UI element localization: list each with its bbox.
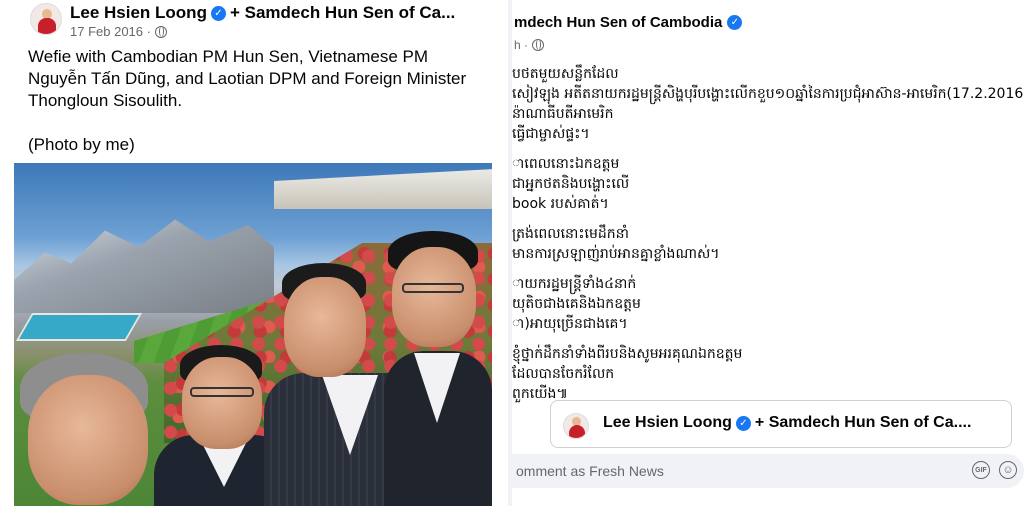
post-body-line: ាពេលនោះឯកឧត្តម: [512, 156, 620, 172]
right-post: mdech Hun Sen of Cambodia ✓ h · បថតមួយសន…: [512, 0, 1024, 506]
shared-author-avatar: [563, 413, 589, 439]
globe-icon: [532, 39, 545, 51]
verified-badge-icon: ✓: [735, 415, 751, 431]
post-body-line: ជាអ្នកថតនិងបង្ហោះលើ: [512, 176, 630, 192]
post-caption: Wefie with Cambodian PM Hun Sen, Vietnam…: [28, 46, 468, 178]
post-body-line: បថតមួយសន្លឹកដែល: [512, 66, 619, 82]
shared-author-row: Lee Hsien Loong ✓ + Samdech Hun Sen of C…: [603, 414, 971, 432]
post-body-line: ធ្វើជាម្ចាស់ផ្ទះ។: [512, 126, 590, 142]
comment-input[interactable]: omment as Fresh News GIF ☺: [512, 454, 1024, 488]
post-body-line: ា)អាយុច្រើនជាងគេ។: [512, 316, 628, 332]
wefie-photo[interactable]: [14, 163, 492, 506]
screenshot-root: Lee Hsien Loong ✓ + Samdech Hun Sen of C…: [0, 0, 1024, 506]
post-body-line: ខ្ញុំថ្នាក់ដឹកនាំទាំងពីរបនិងសូមអរគុណឯកឧត…: [512, 346, 743, 362]
shared-post-card[interactable]: Lee Hsien Loong ✓ + Samdech Hun Sen of C…: [550, 400, 1012, 448]
left-post-header: Lee Hsien Loong ✓ + Samdech Hun Sen of C…: [14, 0, 492, 42]
post-author-row: Lee Hsien Loong ✓ + Samdech Hun Sen of C…: [70, 3, 455, 23]
post-body-line: ន៉ាណាធីបតីអាមេរិក: [512, 106, 614, 122]
person-1: [14, 353, 174, 506]
post-body-line: យុតិចជាងគេនិងឯកឧត្តម: [512, 296, 641, 312]
post-author-name[interactable]: Lee Hsien Loong: [70, 3, 207, 23]
shared-author-name[interactable]: Lee Hsien Loong: [603, 414, 732, 432]
emoji-icon[interactable]: ☺: [999, 461, 1017, 479]
right-post-time[interactable]: h ·: [514, 38, 528, 52]
post-body-line: មានការស្រឡាញ់រាប់អានគ្នាខ្លាំងណាស់។: [512, 246, 720, 262]
verified-badge-icon: ✓: [210, 5, 226, 21]
shared-coauthor-name[interactable]: + Samdech Hun Sen of Ca....: [755, 414, 972, 432]
post-body-line: book របស់គាត់។: [512, 196, 609, 212]
comment-placeholder: omment as Fresh News: [516, 463, 664, 479]
globe-icon: [154, 25, 167, 38]
post-body-line: ត្រង់ពេលនោះមេដឹកនាំ: [512, 226, 629, 242]
person-4: [374, 231, 492, 506]
gif-icon[interactable]: GIF: [972, 461, 990, 479]
pool: [15, 313, 143, 341]
author-avatar[interactable]: [30, 3, 62, 35]
right-post-body: បថតមួយសន្លឹកដែលសៀវឡុង អតីតនាយករដ្ឋមន្ត្រ…: [512, 64, 1024, 404]
verified-badge-icon: ✓: [727, 15, 743, 30]
post-body-line: ាយករដ្ឋមន្ត្រីទាំង៤នាក់: [512, 276, 637, 292]
post-meta: 17 Feb 2016 ·: [70, 24, 167, 39]
mountains: [14, 219, 274, 313]
right-author-name[interactable]: mdech Hun Sen of Cambodia: [514, 14, 722, 31]
post-date[interactable]: 17 Feb 2016 ·: [70, 24, 151, 39]
caption-text: Wefie with Cambodian PM Hun Sen, Vietnam…: [28, 47, 467, 110]
right-post-meta: h ·: [514, 38, 545, 52]
post-body-line: សៀវឡុង អតីតនាយករដ្ឋមន្ត្រីសិង្ហបុរីបង្ហោ…: [512, 86, 1024, 102]
right-author-row: mdech Hun Sen of Cambodia ✓: [514, 14, 743, 31]
caption-credit: (Photo by me): [28, 135, 135, 154]
post-coauthor-name[interactable]: + Samdech Hun Sen of Ca...: [230, 3, 455, 23]
building: [274, 169, 492, 209]
left-post: Lee Hsien Loong ✓ + Samdech Hun Sen of C…: [14, 0, 492, 506]
post-body-line: ដែលបានចែករំលែក: [512, 366, 615, 382]
